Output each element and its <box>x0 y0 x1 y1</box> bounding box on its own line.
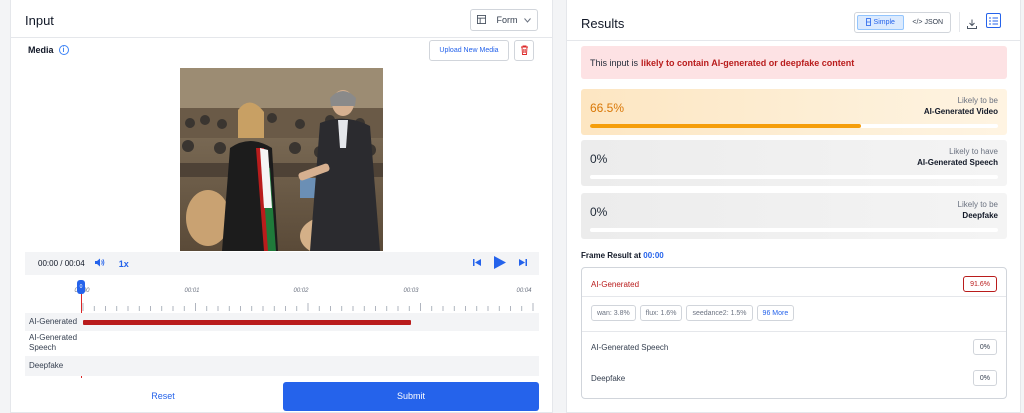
frame-result-label: Frame Result at <box>581 251 642 260</box>
tick-label: 00:02 <box>293 288 309 294</box>
result-category: AI-Generated Video <box>923 107 998 116</box>
model-chips: wan: 3.8% flux: 1.6% seedance2: 1.5% 96 … <box>591 305 795 321</box>
frame-divider <box>582 296 1006 297</box>
result-progress-bar <box>590 228 998 232</box>
video-preview[interactable] <box>180 68 383 251</box>
time-readout: 00:00 / 00:04 <box>38 259 85 268</box>
media-label: Media <box>28 45 54 55</box>
frame-result-box: AI-Generated 91.6% wan: 3.8% flux: 1.6% … <box>581 267 1007 399</box>
view-simple-tab[interactable]: Simple <box>857 15 904 30</box>
frame-speech-value: 0% <box>972 339 997 355</box>
result-percent: 0% <box>590 152 608 166</box>
volume-icon[interactable] <box>94 258 105 269</box>
input-panel: Input Form Media i Upload New Media 00:0… <box>10 0 553 413</box>
result-card-deepfake: 0% Likely to be Deepfake <box>581 193 1007 239</box>
skip-back-icon[interactable] <box>473 258 482 269</box>
result-percent: 66.5% <box>590 101 625 115</box>
view-json-label: </> JSON <box>912 19 944 26</box>
frame-deepfake-value: 0% <box>972 370 997 386</box>
delete-media-button[interactable] <box>514 40 534 61</box>
skip-forward-icon[interactable] <box>518 258 527 269</box>
frame-ai-generated-value: 91.6% <box>963 276 997 292</box>
view-simple-label: Simple <box>873 19 895 26</box>
ai-generated-segment[interactable] <box>83 320 411 325</box>
result-progress-bar <box>590 175 998 179</box>
reset-button[interactable]: Reset <box>123 387 203 405</box>
download-icon[interactable] <box>967 16 977 34</box>
result-percent: 0% <box>590 205 608 219</box>
list-view-icon[interactable] <box>986 13 1001 28</box>
form-select-label: Form <box>496 15 518 25</box>
results-panel: Results Simple </> JSON This input is li… <box>566 0 1021 413</box>
model-chip: wan: 3.8% <box>591 305 636 321</box>
tick-label: 00:04 <box>516 288 532 294</box>
result-category: Deepfake <box>962 211 998 220</box>
timeline-ruler[interactable]: 00:00 00:01 00:02 00:03 00:04 <box>74 288 534 312</box>
info-icon[interactable]: i <box>58 45 69 55</box>
track-label: AI-Generated <box>29 317 78 326</box>
simple-icon <box>865 17 871 28</box>
result-category: AI-Generated Speech <box>917 158 998 167</box>
results-title: Results <box>581 16 625 31</box>
result-card-ai-generated-speech: 0% Likely to have AI-Generated Speech <box>581 140 1007 186</box>
tick-label: 00:01 <box>184 288 200 294</box>
view-json-tab[interactable]: </> JSON <box>906 13 951 32</box>
frame-ai-generated-label: AI-Generated <box>591 280 640 289</box>
playback-speed-button[interactable]: 1x <box>119 259 129 269</box>
model-chip: seedance2: 1.5% <box>686 305 753 321</box>
track-ai-generated-speech: AI-Generated Speech <box>25 331 539 356</box>
frame-result-time[interactable]: 00:00 <box>643 251 663 260</box>
submit-button[interactable]: Submit <box>283 382 539 411</box>
tick-label: 00:03 <box>403 288 419 294</box>
more-models-button[interactable]: 96 More <box>756 305 795 321</box>
media-heading: Media i <box>28 45 69 55</box>
header-divider <box>11 37 552 38</box>
frame-deepfake-label: Deepfake <box>591 374 626 383</box>
model-chip: flux: 1.6% <box>639 305 683 321</box>
result-progress-fill <box>590 124 862 128</box>
play-icon[interactable] <box>494 256 506 271</box>
view-toggle: Simple </> JSON <box>854 12 951 33</box>
playhead-handle[interactable]: 0 <box>77 280 85 294</box>
alert-prefix: This input is <box>590 57 639 68</box>
result-likely-label: Likely to be <box>957 96 998 105</box>
input-title: Input <box>25 13 54 28</box>
toolbar-divider <box>959 12 960 32</box>
result-card-ai-generated-video: 66.5% Likely to be AI-Generated Video <box>581 89 1007 135</box>
form-icon <box>477 14 486 26</box>
result-likely-label: Likely to have <box>949 147 998 156</box>
track-deepfake: Deepfake <box>25 356 539 376</box>
result-progress-bar <box>590 124 998 128</box>
alert-emphasis: likely to contain AI-generated or deepfa… <box>641 57 855 68</box>
upload-new-media-button[interactable]: Upload New Media <box>429 40 509 61</box>
track-label: Deepfake <box>29 361 64 370</box>
timeline-ticks <box>82 303 534 311</box>
chevron-down-icon <box>524 15 531 25</box>
frame-speech-label: AI-Generated Speech <box>591 343 669 352</box>
trash-icon <box>520 42 529 60</box>
player-controls: 00:00 / 00:04 1x <box>25 252 539 275</box>
form-select[interactable]: Form <box>470 9 538 31</box>
transport-controls <box>473 256 527 271</box>
frame-result-heading: Frame Result at 00:00 <box>581 251 664 260</box>
track-label: AI-Generated Speech <box>29 333 78 352</box>
header-divider <box>567 40 1020 41</box>
result-likely-label: Likely to be <box>957 200 998 209</box>
verdict-alert: This input is likely to contain AI-gener… <box>581 46 1007 79</box>
frame-divider <box>582 331 1006 332</box>
